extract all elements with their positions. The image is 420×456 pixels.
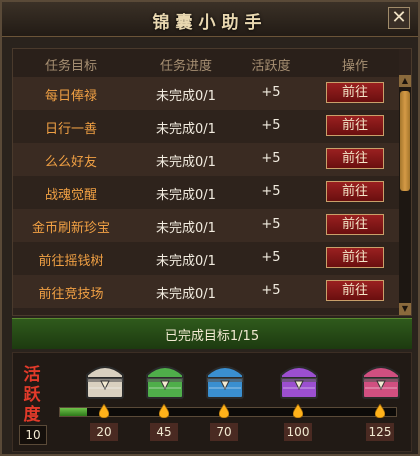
- milestone-flame-icon: [292, 403, 304, 419]
- close-button[interactable]: ✕: [388, 7, 410, 29]
- table-row: 每日俸禄 未完成0/1 +5 前往: [13, 77, 399, 110]
- completion-status-bar: 已完成目标1/15: [12, 318, 412, 349]
- milestone-value: 45: [150, 423, 178, 441]
- table-row: 战魂觉醒 未完成0/1 +5 前往: [13, 176, 399, 209]
- milestone-value: 100: [284, 423, 312, 441]
- task-name: 前往竞技场: [38, 287, 104, 302]
- task-name: 金币刷新珍宝: [31, 221, 110, 236]
- header-action: 操作: [341, 59, 368, 74]
- go-button[interactable]: 前往: [326, 280, 384, 301]
- task-activity: +5: [261, 184, 281, 199]
- milestone-value: 20: [90, 423, 118, 441]
- task-name: 战魂觉醒: [44, 188, 97, 203]
- task-activity: +5: [261, 151, 281, 166]
- treasure-chest-icon[interactable]: [201, 357, 249, 401]
- activity-label: 活跃度: [23, 365, 41, 425]
- activity-value: 10: [19, 425, 47, 445]
- go-button[interactable]: 前往: [326, 148, 384, 169]
- activity-progress-fill: [60, 408, 87, 416]
- activity-reward-panel: 活跃度 10 20 45 70 100 125: [12, 352, 412, 452]
- task-activity: +5: [261, 250, 281, 265]
- go-button[interactable]: 前往: [326, 115, 384, 136]
- go-button[interactable]: 前往: [326, 214, 384, 235]
- scroll-thumb[interactable]: [400, 91, 410, 191]
- go-button[interactable]: 前往: [326, 181, 384, 202]
- title-bar: 锦囊小助手 ✕: [2, 2, 418, 37]
- milestone-flame-icon: [374, 403, 386, 419]
- milestone-flame-icon: [158, 403, 170, 419]
- completion-status-text: 已完成目标1/15: [164, 329, 260, 344]
- window-title: 锦囊小助手: [152, 13, 268, 33]
- milestone-flame-icon: [98, 403, 110, 419]
- table-row: 前往竞技场 未完成0/1 +5 前往: [13, 275, 399, 308]
- scroll-up-arrow-icon[interactable]: ▲: [399, 75, 411, 87]
- table-row: 前往摇钱树 未完成0/1 +5 前往: [13, 242, 399, 275]
- milestone-value: 125: [366, 423, 394, 441]
- treasure-chest-icon[interactable]: [357, 357, 405, 401]
- task-name: 前往摇钱树: [38, 254, 104, 269]
- task-activity: +5: [261, 85, 281, 100]
- table-header: 任务目标 任务进度 活跃度 操作: [13, 49, 399, 78]
- treasure-chest-icon[interactable]: [275, 357, 323, 401]
- milestone-flame-icon: [218, 403, 230, 419]
- scroll-down-arrow-icon[interactable]: ▼: [399, 303, 411, 315]
- milestone-value: 70: [210, 423, 238, 441]
- table-row: 日行一善 未完成0/1 +5 前往: [13, 110, 399, 143]
- task-name: 每日俸禄: [44, 89, 97, 104]
- task-table: 任务目标 任务进度 活跃度 操作 每日俸禄 未完成0/1 +5 前往 日行一善 …: [12, 48, 412, 316]
- task-name: 日行一善: [44, 122, 97, 137]
- task-activity: +5: [261, 118, 281, 133]
- header-task-goal: 任务目标: [44, 59, 97, 74]
- table-row: 金币刷新珍宝 未完成0/1 +5 前往: [13, 209, 399, 242]
- task-activity: +5: [261, 283, 281, 298]
- go-button[interactable]: 前往: [326, 247, 384, 268]
- task-activity: +5: [261, 217, 281, 232]
- header-activity: 活跃度: [251, 59, 291, 74]
- treasure-chest-icon[interactable]: [81, 357, 129, 401]
- table-row: 么么好友 未完成0/1 +5 前往: [13, 143, 399, 176]
- treasure-chest-icon[interactable]: [141, 357, 189, 401]
- scrollbar[interactable]: ▲ ▼: [399, 75, 411, 315]
- go-button[interactable]: 前往: [326, 82, 384, 103]
- task-name: 么么好友: [44, 155, 97, 170]
- assistant-window: 锦囊小助手 ✕ 任务目标 任务进度 活跃度 操作 每日俸禄 未完成0/1 +5 …: [0, 0, 420, 456]
